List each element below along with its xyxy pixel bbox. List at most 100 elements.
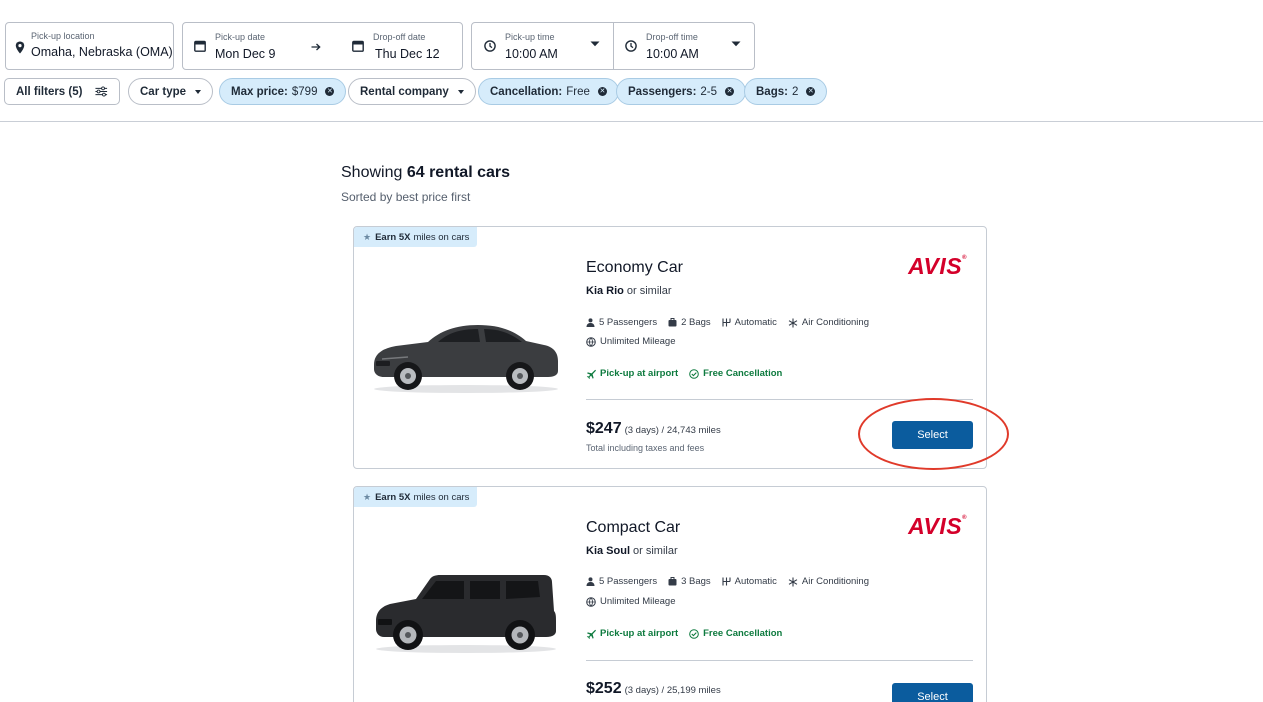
pickup-date-value[interactable]: Mon Dec 9 <box>215 47 275 61</box>
car-card: ★ Earn 5X miles on cars Compact Car Kia … <box>353 486 987 702</box>
price-note: Total including taxes and fees <box>586 443 705 453</box>
cancellation-chip[interactable]: Cancellation: Free ✕ <box>478 78 619 105</box>
feature-bags: 2 Bags <box>668 317 711 328</box>
clock-icon <box>484 40 496 52</box>
dropoff-time-select[interactable]: Drop-off time 10:00 AM <box>614 23 754 69</box>
chevron-down-icon <box>731 41 741 47</box>
feature-passengers: 5 Passengers <box>586 576 657 587</box>
pickup-time-value: 10:00 AM <box>505 47 558 61</box>
vendor-logo-avis: AVIS® <box>908 253 967 279</box>
car-model-similar: or similar <box>633 545 678 557</box>
earn-miles-bold: Earn 5X <box>375 231 411 243</box>
calendar-icon <box>194 40 206 52</box>
results-prefix: Showing <box>341 164 403 181</box>
earn-miles-bold: Earn 5X <box>375 491 411 503</box>
calendar-icon <box>352 40 364 52</box>
dropoff-time-label: Drop-off time <box>646 32 698 42</box>
pickup-time-select[interactable]: Pick-up time 10:00 AM <box>472 23 613 69</box>
perk-airport: Pick-up at airport <box>586 368 678 379</box>
results-count: 64 rental cars <box>406 164 511 181</box>
check-circle-icon <box>689 368 699 379</box>
perk-cancellation: Free Cancellation <box>689 368 782 379</box>
car-model: Kia Rio or similar <box>586 285 672 297</box>
arrow-right-icon <box>311 43 321 51</box>
price: $252 (3 days) / 25,199 miles <box>586 680 721 698</box>
car-model: Kia Soul or similar <box>586 545 678 557</box>
remove-filter-icon[interactable]: ✕ <box>806 87 816 96</box>
car-model-name: Kia Soul <box>586 545 631 557</box>
gear-shift-icon <box>722 577 731 586</box>
caret-down-icon <box>457 89 464 94</box>
chevron-down-icon <box>590 41 600 47</box>
pickup-location-label: Pick-up location <box>31 31 95 41</box>
max-price-value: $799 <box>291 85 318 98</box>
earn-miles-badge: ★ Earn 5X miles on cars <box>354 487 478 507</box>
sort-note: Sorted by best price first <box>341 190 471 204</box>
max-price-label: Max price: <box>231 85 288 98</box>
passengers-value: 2-5 <box>700 85 718 98</box>
bags-label: Bags: <box>756 85 788 98</box>
price-meta: (3 days) / 25,199 miles <box>624 685 721 696</box>
feature-ac: Air Conditioning <box>788 317 869 328</box>
snowflake-icon <box>788 318 798 327</box>
car-type-label: Car type <box>140 85 187 98</box>
plane-icon <box>586 629 596 639</box>
all-filters-label: All filters (5) <box>16 85 83 98</box>
car-features-row2: Unlimited Mileage <box>586 596 687 607</box>
star-icon: ★ <box>363 231 372 242</box>
globe-icon <box>586 596 596 607</box>
earn-miles-text: miles on cars <box>413 491 470 503</box>
feature-transmission: Automatic <box>722 576 777 587</box>
pickup-location-field[interactable]: Pick-up location Omaha, Nebraska (OMA) <box>5 22 174 70</box>
luggage-icon <box>668 577 677 586</box>
passengers-chip[interactable]: Passengers: 2-5 ✕ <box>616 78 747 105</box>
all-filters-button[interactable]: All filters (5) <box>4 78 120 105</box>
vendor-logo-avis: AVIS® <box>908 513 967 539</box>
snowflake-icon <box>788 577 798 586</box>
feature-mileage: Unlimited Mileage <box>586 336 676 347</box>
dropoff-date-value[interactable]: Thu Dec 12 <box>375 47 440 61</box>
perk-airport: Pick-up at airport <box>586 628 678 639</box>
date-range-field[interactable]: Pick-up date Mon Dec 9 Drop-off date Thu… <box>182 22 463 70</box>
car-class-title: Compact Car <box>586 519 681 536</box>
luggage-icon <box>668 318 677 327</box>
globe-icon <box>586 336 596 347</box>
cancellation-label: Cancellation: <box>490 85 563 98</box>
caret-down-icon <box>195 89 202 94</box>
remove-filter-icon[interactable]: ✕ <box>325 87 335 96</box>
remove-filter-icon[interactable]: ✕ <box>725 87 735 96</box>
select-button[interactable]: Select <box>892 683 973 702</box>
car-features: 5 Passengers 2 Bags Automatic Air Condit… <box>586 317 880 328</box>
max-price-chip[interactable]: Max price: $799 ✕ <box>219 78 347 105</box>
price: $247 (3 days) / 24,743 miles <box>586 420 721 438</box>
clock-icon <box>625 40 637 52</box>
feature-ac: Air Conditioning <box>788 576 869 587</box>
annotation-circle <box>858 398 1009 470</box>
car-features: 5 Passengers 3 Bags Automatic Air Condit… <box>586 576 880 587</box>
rental-company-dropdown[interactable]: Rental company <box>348 78 476 105</box>
car-model-similar: or similar <box>626 285 672 297</box>
bags-value: 2 <box>791 85 799 98</box>
person-icon <box>586 577 595 586</box>
car-features-row2: Unlimited Mileage <box>586 336 687 347</box>
earn-miles-badge: ★ Earn 5X miles on cars <box>354 227 478 247</box>
person-icon <box>586 318 595 327</box>
search-header: Pick-up location Omaha, Nebraska (OMA) P… <box>0 0 1263 122</box>
gear-shift-icon <box>722 318 731 327</box>
bags-chip[interactable]: Bags: 2 ✕ <box>744 78 828 105</box>
remove-filter-icon[interactable]: ✕ <box>597 87 607 96</box>
dropoff-date-label: Drop-off date <box>373 32 426 42</box>
pickup-location-value: Omaha, Nebraska (OMA) <box>31 45 173 59</box>
car-image-sedan <box>374 325 558 393</box>
cancellation-value: Free <box>566 85 590 98</box>
time-range-field: Pick-up time 10:00 AM Drop-off time 10:0… <box>471 22 755 70</box>
plane-icon <box>586 369 596 379</box>
perk-cancellation: Free Cancellation <box>689 628 782 639</box>
price-meta: (3 days) / 24,743 miles <box>624 425 721 436</box>
feature-passengers: 5 Passengers <box>586 317 657 328</box>
location-pin-icon <box>15 41 25 54</box>
price-amount: $247 <box>586 420 622 437</box>
price-amount: $252 <box>586 680 622 697</box>
car-type-dropdown[interactable]: Car type <box>128 78 214 105</box>
feature-mileage: Unlimited Mileage <box>586 596 676 607</box>
